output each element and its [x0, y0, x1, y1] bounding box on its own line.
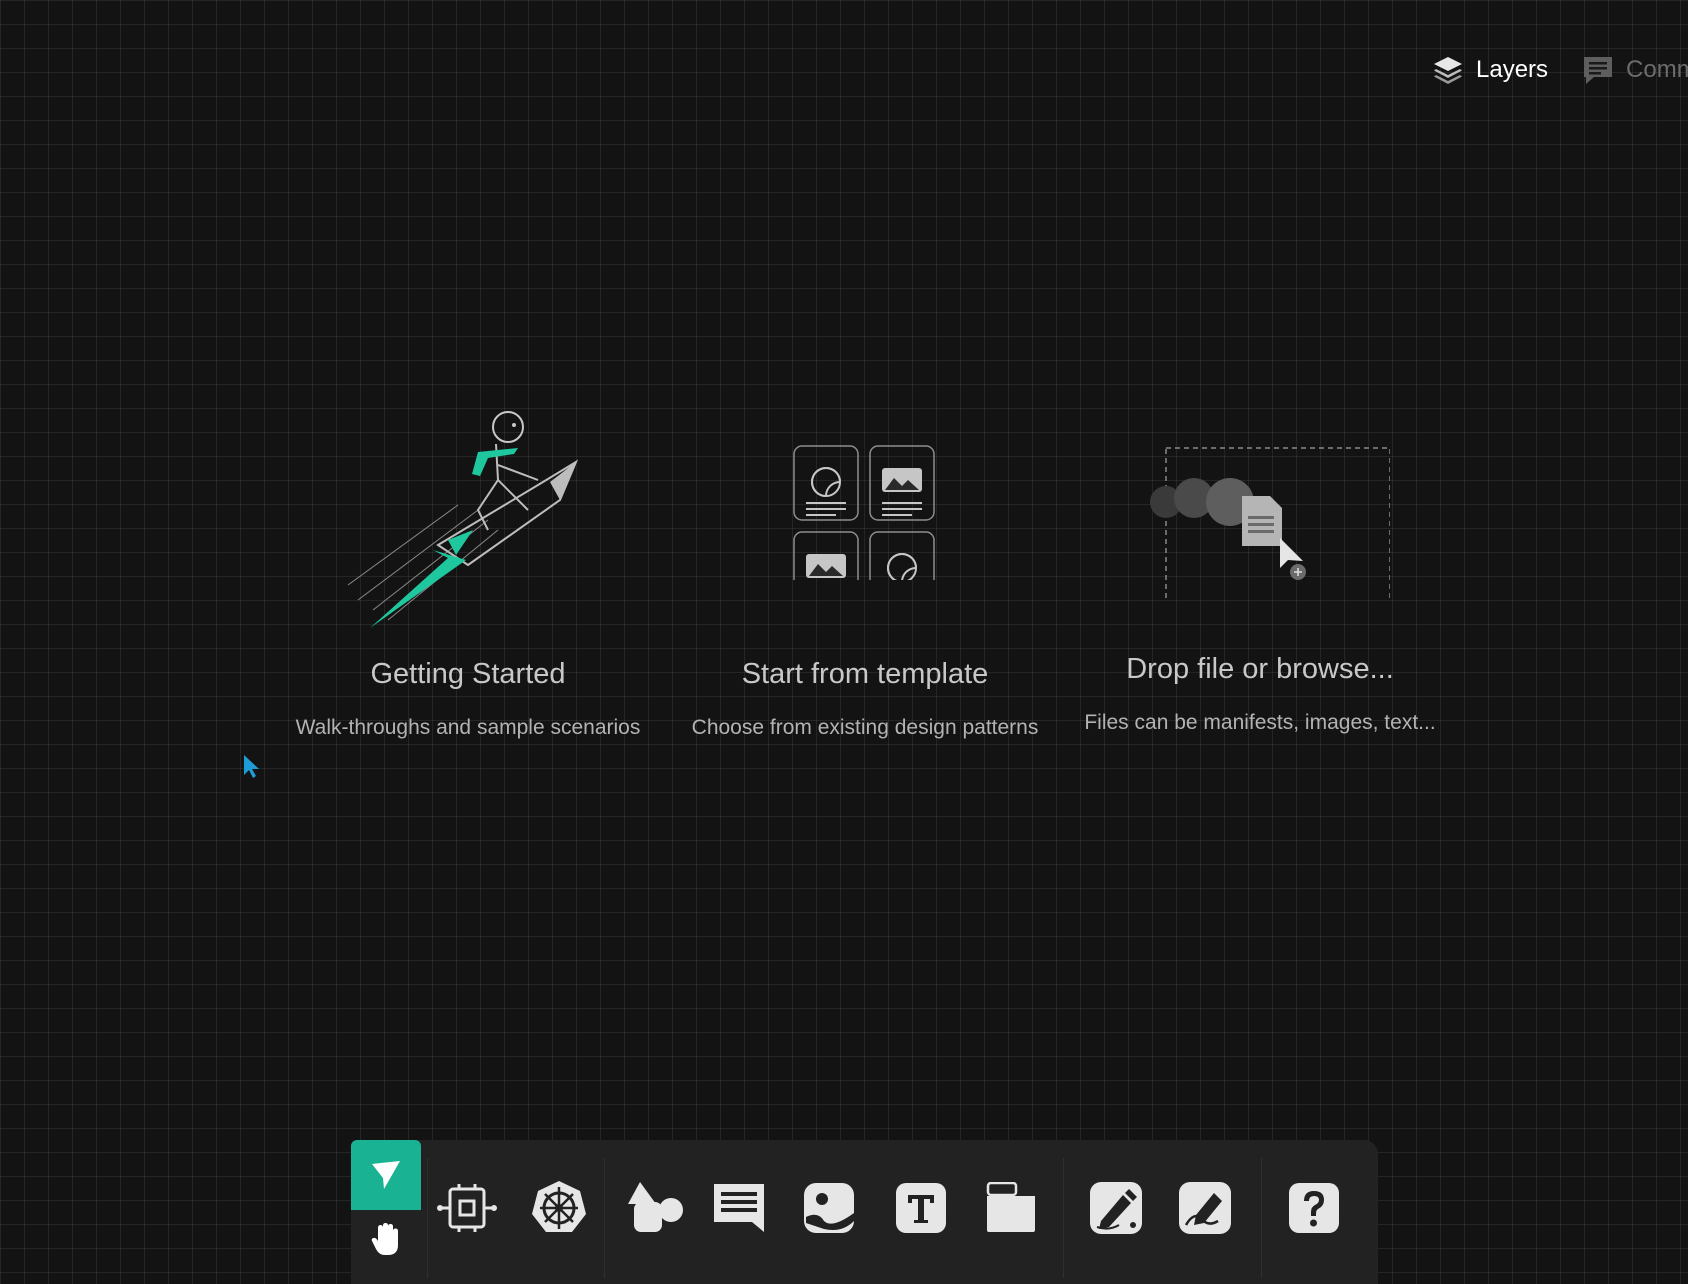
text-tool[interactable]	[886, 1173, 956, 1243]
layers-label: Layers	[1476, 56, 1549, 83]
select-tool[interactable]	[351, 1140, 421, 1210]
pan-tool[interactable]	[351, 1210, 421, 1270]
drop-title: Drop file or browse...	[1126, 653, 1394, 685]
select-icon	[372, 1161, 400, 1189]
template-subtitle: Choose from existing design patterns	[691, 716, 1039, 739]
drop-zone-illustration	[1070, 410, 1450, 640]
section-tool[interactable]	[976, 1173, 1046, 1243]
comments-button[interactable]: Comm	[1582, 54, 1688, 86]
component-icon	[437, 1184, 497, 1232]
shapes-tool[interactable]	[621, 1173, 691, 1243]
pen-icon	[1090, 1182, 1142, 1234]
getting-started-title: Getting Started	[370, 658, 566, 690]
help-icon	[1289, 1183, 1339, 1233]
comment-tool[interactable]	[704, 1173, 774, 1243]
image-icon	[804, 1183, 854, 1233]
text-icon	[896, 1183, 946, 1233]
drop-subtitle: Files can be manifests, images, text...	[1084, 711, 1436, 734]
image-tool[interactable]	[794, 1173, 864, 1243]
freehand-icon	[1179, 1182, 1231, 1234]
rocket-rider-illustration	[278, 410, 658, 640]
kubernetes-icon	[532, 1181, 586, 1232]
top-right-controls: Layers Comm	[1432, 48, 1688, 92]
component-tool[interactable]	[432, 1173, 502, 1243]
help-tool[interactable]	[1279, 1173, 1349, 1243]
template-grid-illustration	[675, 410, 1055, 640]
pen-tool[interactable]	[1081, 1173, 1151, 1243]
comments-icon	[1584, 57, 1613, 84]
pan-hand-icon	[371, 1223, 398, 1255]
comments-label: Comm	[1626, 56, 1688, 83]
layers-icon	[1434, 57, 1462, 84]
kubernetes-tool[interactable]	[524, 1173, 594, 1243]
comment-icon	[714, 1184, 764, 1232]
getting-started-card[interactable]: Getting Started Walk-throughs and sample…	[278, 410, 658, 750]
getting-started-subtitle: Walk-throughs and sample scenarios	[295, 716, 641, 739]
mouse-cursor-icon	[243, 754, 261, 785]
template-title: Start from template	[741, 658, 989, 690]
bottom-toolbar	[351, 1140, 1378, 1284]
freehand-tool[interactable]	[1170, 1173, 1240, 1243]
template-card[interactable]: Start from template Choose from existing…	[675, 410, 1055, 750]
section-icon	[986, 1182, 1035, 1232]
layers-button[interactable]: Layers	[1432, 54, 1548, 86]
drop-file-card[interactable]: Drop file or browse... Files can be mani…	[1070, 410, 1450, 750]
shapes-icon	[628, 1182, 683, 1232]
